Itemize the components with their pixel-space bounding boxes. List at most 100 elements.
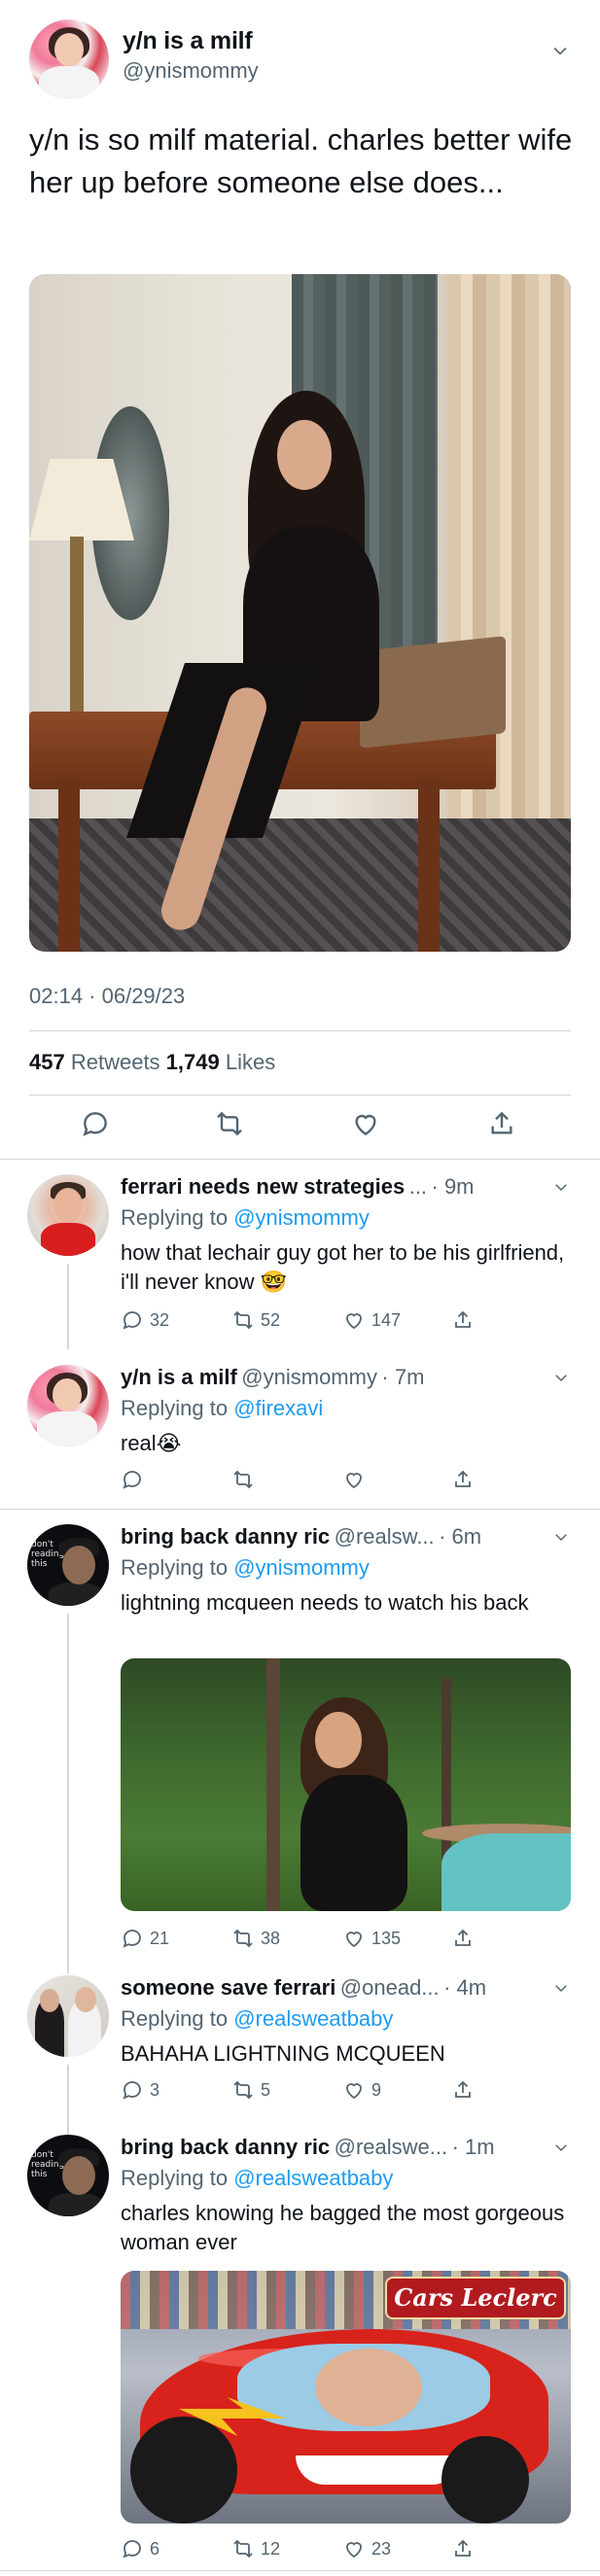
author-handle[interactable]: ... <box>409 1174 427 1199</box>
like-icon[interactable] <box>350 1108 381 1139</box>
replying-to: Replying to @ynismommy <box>121 1555 370 1581</box>
replying-to-link[interactable]: @firexavi <box>233 1396 323 1420</box>
avatar[interactable] <box>27 1975 109 2057</box>
share-icon <box>455 1929 471 1946</box>
reply-time[interactable]: · 6m <box>439 1524 481 1549</box>
divider <box>0 1159 600 1160</box>
chevron-down-icon[interactable] <box>552 2139 570 2156</box>
reply-time[interactable]: · 1m <box>452 2135 495 2159</box>
reply-text: how that lechair guy got her to be his g… <box>121 1238 568 1298</box>
likes-label[interactable]: Likes <box>226 1050 275 1074</box>
share-button[interactable] <box>451 2078 475 2102</box>
retweet-icon <box>233 1929 253 1948</box>
author-name[interactable]: ferrari needs new strategies <box>121 1174 405 1199</box>
retweet-icon[interactable] <box>214 1108 245 1139</box>
reply-button[interactable]: 21 <box>121 1927 169 1950</box>
retweets-label[interactable]: Retweets <box>71 1050 160 1074</box>
replying-to: Replying to @firexavi <box>121 1396 323 1421</box>
retweet-count[interactable]: 457 <box>29 1050 65 1074</box>
avatar[interactable] <box>29 19 109 99</box>
like-button[interactable]: 147 <box>342 1308 401 1332</box>
reply-icon <box>123 2081 141 2100</box>
share-icon <box>455 2539 471 2557</box>
chevron-down-icon[interactable] <box>552 1178 570 1196</box>
retweet-button[interactable]: 5 <box>231 2078 270 2102</box>
reply-text: BAHAHA LIGHTNING MCQUEEN <box>121 2041 445 2066</box>
reply-image[interactable]: Cars Leclerc <box>121 2271 571 2524</box>
divider <box>0 2570 600 2571</box>
author-handle[interactable]: @realswe... <box>335 2135 447 2159</box>
reply-button[interactable] <box>121 1468 144 1491</box>
like-count[interactable]: 1,749 <box>166 1050 220 1074</box>
author-name[interactable]: y/n is a milf <box>123 27 253 55</box>
thread-line <box>67 1264 69 1349</box>
retweet-button[interactable]: 38 <box>231 1927 280 1950</box>
avatar[interactable] <box>27 1365 109 1446</box>
emoji: 😭 <box>156 1432 182 1456</box>
share-button[interactable] <box>451 1308 475 1332</box>
like-icon <box>346 2083 362 2100</box>
share-button[interactable] <box>451 1468 475 1491</box>
share-button[interactable] <box>451 2537 475 2560</box>
like-icon <box>346 2542 362 2559</box>
reply-button[interactable]: 3 <box>121 2078 159 2102</box>
retweet-icon <box>233 2539 253 2559</box>
retweet-button[interactable]: 52 <box>231 1308 280 1332</box>
replying-to: Replying to @ynismommy <box>121 1205 370 1231</box>
like-button[interactable] <box>342 1468 366 1491</box>
reply-icon <box>123 1930 141 1948</box>
like-button[interactable]: 135 <box>342 1927 401 1950</box>
avatar[interactable]: don't reading this <box>27 2135 109 2216</box>
reply-time[interactable]: · 7m <box>381 1365 424 1389</box>
retweet-button[interactable] <box>231 1468 255 1491</box>
chevron-down-icon[interactable] <box>550 41 570 60</box>
thread-line <box>67 1614 69 1973</box>
like-count: 135 <box>371 1928 402 1948</box>
reply-time[interactable]: · 4m <box>443 1975 486 2000</box>
replying-to-link[interactable]: @realsweatbaby <box>233 2166 393 2190</box>
reply-header: ferrari needs new strategies ... · 9m <box>121 1174 578 1203</box>
reply-image[interactable] <box>121 1658 571 1911</box>
author-name[interactable]: bring back danny ric <box>121 2135 330 2159</box>
like-button[interactable]: 9 <box>342 2078 381 2102</box>
author-handle[interactable]: @ynismommy <box>241 1365 377 1389</box>
retweet-icon <box>233 1470 253 1489</box>
author-name[interactable]: y/n is a milf <box>121 1365 237 1389</box>
reply-text-body: how that lechair guy got her to be his g… <box>121 1240 565 1294</box>
replying-to-link[interactable]: @ynismommy <box>233 1205 370 1230</box>
tweet-actions <box>29 1108 571 1147</box>
tweet-photo[interactable] <box>29 274 571 952</box>
reply-icon[interactable] <box>80 1108 111 1139</box>
reply-time[interactable]: · 9m <box>432 1174 475 1199</box>
replying-to-link[interactable]: @realsweatbaby <box>233 2006 393 2031</box>
tweet-timestamp[interactable]: 02:14 · 06/29/23 <box>29 984 185 1009</box>
like-icon <box>346 1932 362 1948</box>
author-handle[interactable]: @ynismommy <box>123 58 259 84</box>
replying-to: Replying to @realsweatbaby <box>121 2166 393 2191</box>
like-count: 9 <box>371 2079 382 2100</box>
retweet-button[interactable]: 12 <box>231 2537 280 2560</box>
divider <box>29 1095 571 1096</box>
share-icon[interactable] <box>486 1108 517 1139</box>
avatar[interactable] <box>27 1174 109 1256</box>
reply-button[interactable]: 6 <box>121 2537 159 2560</box>
like-button[interactable]: 23 <box>342 2537 391 2560</box>
replying-to-link[interactable]: @ynismommy <box>233 1555 370 1580</box>
retweet-count: 12 <box>261 2538 281 2559</box>
tweet-text: y/n is so milf material. charles better … <box>29 122 573 199</box>
image-logo: Cars Leclerc <box>385 2277 566 2319</box>
reply-button[interactable]: 32 <box>121 1308 169 1332</box>
author-name[interactable]: bring back danny ric <box>121 1524 330 1549</box>
avatar[interactable]: don't reading this <box>27 1524 109 1606</box>
replying-label: Replying to <box>121 2166 229 2190</box>
author-handle[interactable]: @onead... <box>340 1975 440 2000</box>
retweet-count: 38 <box>261 1928 281 1948</box>
chevron-down-icon[interactable] <box>552 1369 570 1386</box>
author-handle[interactable]: @realsw... <box>335 1524 435 1549</box>
share-button[interactable] <box>451 1927 475 1950</box>
reply-text: real😭 <box>121 1429 568 1459</box>
like-count: 23 <box>371 2538 392 2559</box>
chevron-down-icon[interactable] <box>552 1528 570 1546</box>
chevron-down-icon[interactable] <box>552 1979 570 1997</box>
author-name[interactable]: someone save ferrari <box>121 1975 335 2000</box>
